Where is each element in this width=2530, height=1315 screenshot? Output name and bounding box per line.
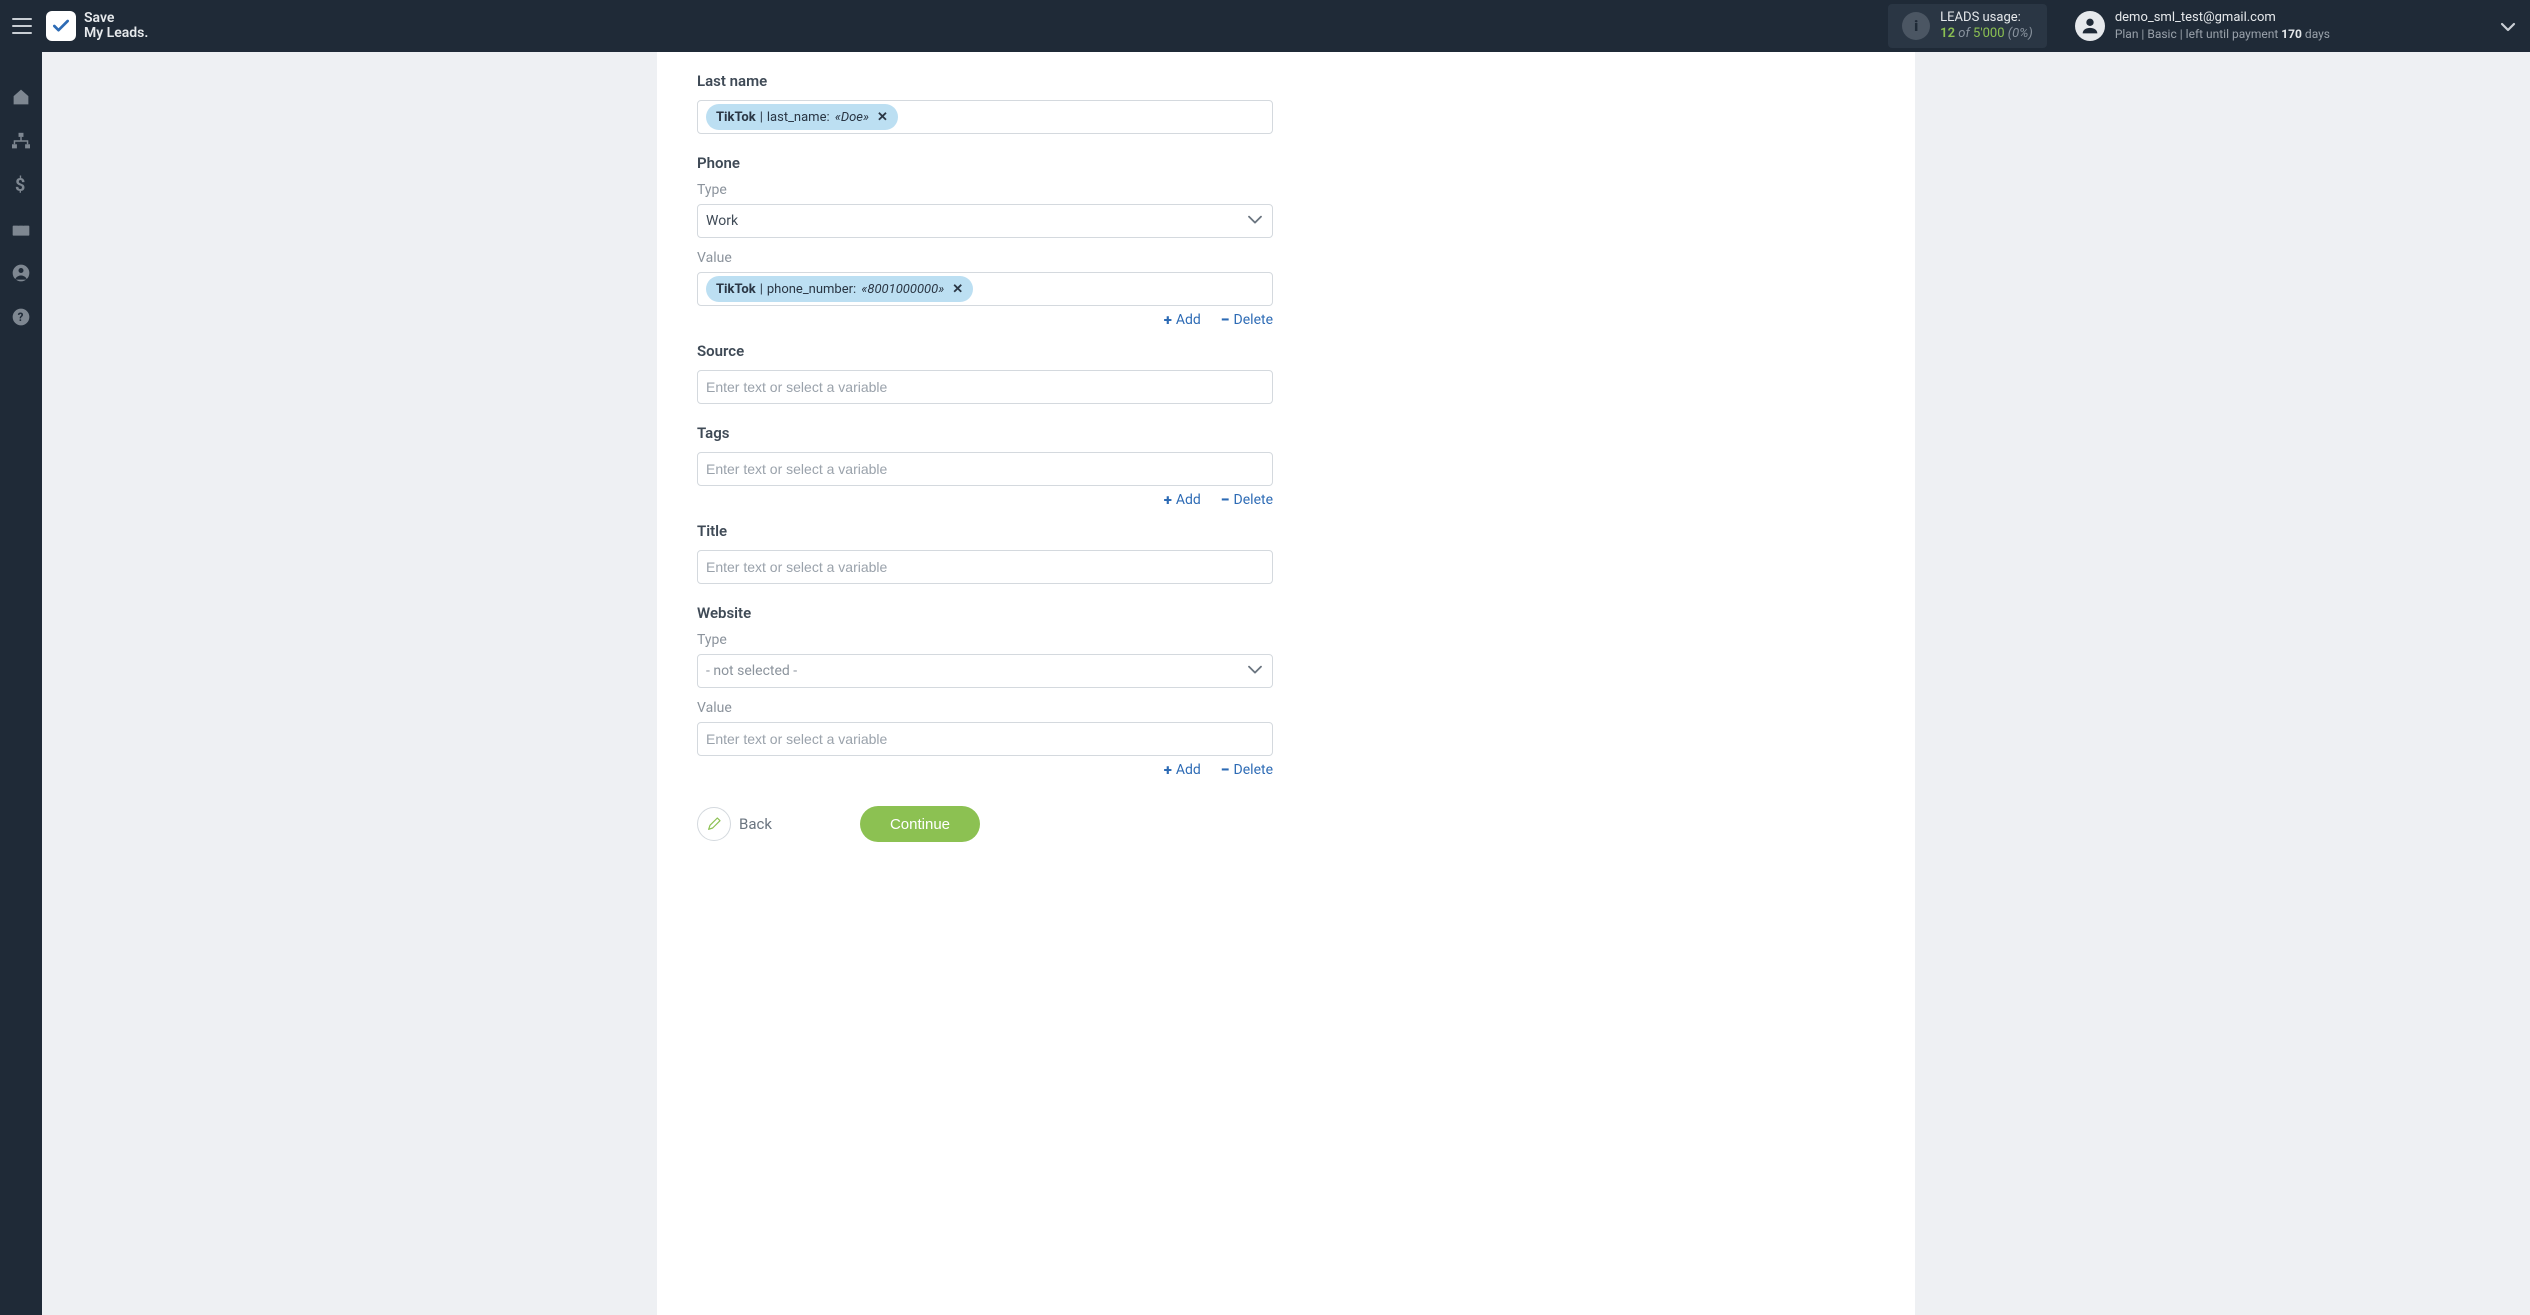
chevron-down-icon	[1248, 660, 1262, 679]
usage-title: LEADS usage:	[1940, 10, 2033, 26]
title-field[interactable]	[697, 550, 1273, 584]
nav-help[interactable]: ?	[10, 306, 32, 328]
logo-line1: Save	[84, 10, 114, 26]
phone-type-select[interactable]: Work	[697, 204, 1273, 238]
tags-add-button[interactable]: +Add	[1164, 492, 1201, 508]
lastname-field[interactable]: TikTok | last_name: «Doe» ✕	[697, 100, 1273, 134]
title-label: Title	[697, 522, 1273, 540]
website-delete-button[interactable]: −Delete	[1221, 762, 1273, 778]
chip-source: TikTok	[716, 110, 756, 125]
usage-pct: (0%)	[2008, 26, 2033, 41]
source-label: Source	[697, 342, 1273, 360]
user-menu-chevron-down-icon[interactable]	[2500, 17, 2516, 36]
back-button[interactable]: Back	[697, 807, 772, 841]
chip-remove-icon[interactable]: ✕	[877, 110, 888, 125]
plan-mid: | left until payment	[2180, 27, 2279, 41]
nav-connections[interactable]	[10, 130, 32, 152]
phone-delete-button[interactable]: −Delete	[1221, 312, 1273, 328]
plus-icon: +	[1164, 763, 1172, 778]
plan-days-value: 170	[2281, 27, 2302, 41]
svg-text:?: ?	[18, 310, 24, 324]
hamburger-menu-button[interactable]	[8, 12, 36, 40]
home-icon	[11, 88, 31, 106]
chip-value: «8001000000»	[861, 282, 944, 297]
sitemap-icon	[11, 132, 31, 150]
lastname-chip[interactable]: TikTok | last_name: «Doe» ✕	[706, 104, 898, 130]
plan-days-label: days	[2305, 27, 2330, 41]
phone-value-chip[interactable]: TikTok | phone_number: «8001000000» ✕	[706, 276, 973, 302]
chip-value: «Doe»	[835, 110, 869, 125]
avatar-icon	[2075, 11, 2105, 41]
usage-current: 12	[1940, 26, 1955, 41]
tags-delete-button[interactable]: −Delete	[1221, 492, 1273, 508]
leads-usage-box: i LEADS usage: 12 of 5'000 (0%)	[1888, 4, 2047, 49]
usage-text: LEADS usage: 12 of 5'000 (0%)	[1940, 10, 2033, 43]
question-circle-icon: ?	[11, 307, 31, 327]
side-nav: $ ?	[0, 52, 42, 1315]
phone-value-field[interactable]: TikTok | phone_number: «8001000000» ✕	[697, 272, 1273, 306]
continue-button[interactable]: Continue	[860, 806, 980, 842]
website-value-label: Value	[697, 700, 1273, 716]
chip-remove-icon[interactable]: ✕	[952, 282, 963, 297]
website-type-label: Type	[697, 632, 1273, 648]
nav-account[interactable]	[10, 262, 32, 284]
phone-value-label: Value	[697, 250, 1273, 266]
tags-input[interactable]	[706, 456, 1264, 482]
dollar-icon: $	[14, 175, 28, 195]
source-input[interactable]	[706, 374, 1264, 400]
phone-add-button[interactable]: +Add	[1164, 312, 1201, 328]
back-label: Back	[739, 815, 772, 833]
logo[interactable]: Save My Leads.	[46, 11, 148, 42]
minus-icon: −	[1221, 312, 1230, 328]
user-menu[interactable]: demo_sml_test@gmail.com Plan | Basic | l…	[2075, 10, 2330, 41]
phone-type-label: Type	[697, 182, 1273, 198]
logo-line2: My Leads.	[84, 25, 148, 41]
usage-of: of	[1958, 26, 1970, 41]
form-panel: Last name TikTok | last_name: «Doe» ✕ Ph…	[657, 52, 1915, 1315]
user-circle-icon	[11, 263, 31, 283]
chip-source: TikTok	[716, 282, 756, 297]
website-value-field[interactable]	[697, 722, 1273, 756]
plus-icon: +	[1164, 493, 1172, 508]
info-icon: i	[1902, 12, 1930, 40]
minus-icon: −	[1221, 492, 1230, 508]
chip-key: last_name:	[767, 110, 830, 125]
user-email: demo_sml_test@gmail.com	[2115, 10, 2330, 26]
minus-icon: −	[1221, 762, 1230, 778]
plus-icon: +	[1164, 313, 1172, 328]
svg-text:$: $	[15, 175, 25, 195]
nav-billing[interactable]: $	[10, 174, 32, 196]
tags-field[interactable]	[697, 452, 1273, 486]
source-field[interactable]	[697, 370, 1273, 404]
phone-type-value: Work	[706, 213, 738, 229]
logo-mark	[46, 11, 76, 41]
website-add-button[interactable]: +Add	[1164, 762, 1201, 778]
chevron-down-icon	[1248, 210, 1262, 229]
usage-total: 5'000	[1973, 26, 2005, 41]
plan-prefix: Plan |	[2115, 27, 2145, 41]
topbar: Save My Leads. i LEADS usage: 12 of 5'00…	[0, 0, 2530, 52]
website-label: Website	[697, 604, 1273, 622]
main-scroll[interactable]: Last name TikTok | last_name: «Doe» ✕ Ph…	[42, 52, 2530, 1315]
pencil-icon	[697, 807, 731, 841]
nav-briefcase[interactable]	[10, 218, 32, 240]
website-value-input[interactable]	[706, 726, 1264, 752]
title-input[interactable]	[706, 554, 1264, 580]
lastname-label: Last name	[697, 72, 1273, 90]
website-type-select[interactable]: - not selected -	[697, 654, 1273, 688]
checkmark-icon	[51, 16, 71, 36]
briefcase-icon	[11, 220, 31, 238]
nav-home[interactable]	[10, 86, 32, 108]
website-type-value: - not selected -	[706, 663, 797, 679]
phone-label: Phone	[697, 154, 1273, 172]
plan-name: Basic	[2147, 27, 2176, 41]
hamburger-icon	[12, 18, 32, 34]
tags-label: Tags	[697, 424, 1273, 442]
logo-text: Save My Leads.	[84, 11, 148, 42]
chip-key: phone_number:	[767, 282, 856, 297]
